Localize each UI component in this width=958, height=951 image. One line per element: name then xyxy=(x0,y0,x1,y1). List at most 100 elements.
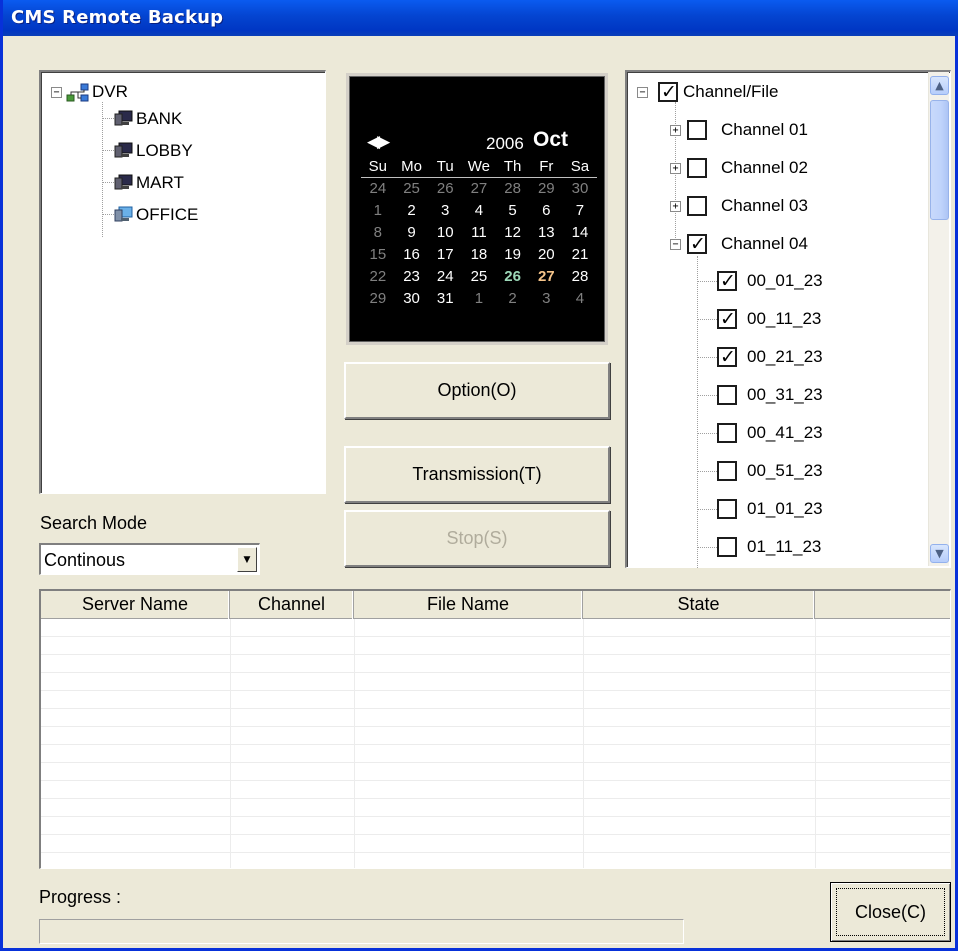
tree-item-file[interactable]: 00_51_23 xyxy=(747,461,823,481)
scroll-down-icon[interactable]: ▼ xyxy=(930,544,949,563)
channel-04-checkbox[interactable]: ✓ xyxy=(687,233,707,255)
calendar-day[interactable]: 21 xyxy=(563,244,597,266)
channel-root-checkbox[interactable]: ✓ xyxy=(658,81,678,103)
calendar-day-today[interactable]: 26 xyxy=(496,266,530,288)
tree-item-file[interactable]: 00_01_23 xyxy=(747,271,823,291)
table-row[interactable] xyxy=(41,800,950,817)
dropdown-arrow-icon[interactable]: ▼ xyxy=(237,547,257,572)
tree-item-file[interactable]: 00_11_23 xyxy=(747,309,821,329)
file-checkbox[interactable] xyxy=(717,537,737,557)
search-mode-select[interactable]: Continous ▼ xyxy=(39,543,260,575)
tree-item-mart[interactable]: MART xyxy=(136,173,184,193)
tree-item-channel-file[interactable]: Channel/File xyxy=(683,82,778,102)
scroll-up-icon[interactable]: ▲ xyxy=(930,76,949,95)
file-checkbox[interactable] xyxy=(717,499,737,519)
tree-item-channel-02[interactable]: Channel 02 xyxy=(721,158,808,178)
channel-03-expand-icon[interactable]: + xyxy=(670,201,681,212)
table-row[interactable] xyxy=(41,692,950,709)
table-row[interactable] xyxy=(41,764,950,781)
file-checkbox[interactable]: ✓ xyxy=(717,308,737,330)
calendar-day[interactable]: 30 xyxy=(395,288,429,310)
file-checkbox[interactable] xyxy=(717,385,737,405)
calendar-day[interactable]: 25 xyxy=(462,266,496,288)
calendar-day[interactable]: 1 xyxy=(361,200,395,222)
tree-item-channel-01[interactable]: Channel 01 xyxy=(721,120,808,140)
channel-02-checkbox[interactable] xyxy=(687,158,707,178)
channel-01-expand-icon[interactable]: + xyxy=(670,125,681,136)
table-row[interactable] xyxy=(41,638,950,655)
channel-02-expand-icon[interactable]: + xyxy=(670,163,681,174)
file-checkbox[interactable] xyxy=(717,423,737,443)
tree-item-file[interactable]: 00_31_23 xyxy=(747,385,823,405)
tree-item-file[interactable]: 00_21_23 xyxy=(747,347,823,367)
tree-item-channel-04[interactable]: Channel 04 xyxy=(721,234,808,254)
table-row[interactable] xyxy=(41,710,950,727)
tree-item-channel-03[interactable]: Channel 03 xyxy=(721,196,808,216)
tree-item-file[interactable]: 00_41_23 xyxy=(747,423,823,443)
channel-03-checkbox[interactable] xyxy=(687,196,707,216)
calendar-day[interactable]: 14 xyxy=(563,222,597,244)
table-row[interactable] xyxy=(41,674,950,691)
calendar-day[interactable]: 20 xyxy=(529,244,563,266)
calendar-day[interactable]: 24 xyxy=(428,266,462,288)
channel-04-collapse-icon[interactable]: − xyxy=(670,239,681,250)
calendar-day[interactable]: 8 xyxy=(361,222,395,244)
column-header-extra[interactable] xyxy=(815,591,950,619)
table-row[interactable] xyxy=(41,836,950,853)
option-button[interactable]: Option(O) xyxy=(344,362,610,419)
calendar-day[interactable]: 25 xyxy=(395,178,429,200)
table-row[interactable] xyxy=(41,656,950,673)
table-row[interactable] xyxy=(41,818,950,835)
backup-results-table[interactable]: Server Name Channel File Name State xyxy=(39,589,951,869)
close-button[interactable]: Close(C) xyxy=(830,882,951,942)
device-tree[interactable]: − DVR BANK LOBBY MART OFFICE xyxy=(39,70,326,494)
calendar-day[interactable]: 19 xyxy=(496,244,530,266)
calendar-day[interactable]: 2 xyxy=(395,200,429,222)
table-row[interactable] xyxy=(41,746,950,763)
calendar-day[interactable]: 23 xyxy=(395,266,429,288)
column-header-channel[interactable]: Channel xyxy=(230,591,354,619)
calendar-day[interactable]: 4 xyxy=(563,288,597,310)
stop-button[interactable]: Stop(S) xyxy=(344,510,610,567)
column-header-state[interactable]: State xyxy=(583,591,815,619)
calendar-day[interactable]: 11 xyxy=(462,222,496,244)
calendar-day[interactable]: 27 xyxy=(462,178,496,200)
date-calendar[interactable]: ◀▶ 2006 Oct Su Mo Tu We Th Fr Sa 24 25 2… xyxy=(346,73,608,345)
calendar-day[interactable]: 13 xyxy=(529,222,563,244)
calendar-day-selected[interactable]: 27 xyxy=(529,266,563,288)
calendar-day[interactable]: 29 xyxy=(529,178,563,200)
calendar-day[interactable]: 28 xyxy=(496,178,530,200)
tree-item-file[interactable]: 01_01_23 xyxy=(747,499,823,519)
dvr-collapse-icon[interactable]: − xyxy=(51,87,62,98)
calendar-day[interactable]: 10 xyxy=(428,222,462,244)
calendar-day[interactable]: 3 xyxy=(529,288,563,310)
calendar-day[interactable]: 30 xyxy=(563,178,597,200)
calendar-day[interactable]: 22 xyxy=(361,266,395,288)
calendar-day[interactable]: 2 xyxy=(496,288,530,310)
calendar-day[interactable]: 4 xyxy=(462,200,496,222)
calendar-day[interactable]: 3 xyxy=(428,200,462,222)
tree-item-bank[interactable]: BANK xyxy=(136,109,182,129)
calendar-day[interactable]: 31 xyxy=(428,288,462,310)
column-header-file-name[interactable]: File Name xyxy=(354,591,583,619)
channel-file-tree[interactable]: − ✓ Channel/File + Channel 01 + Channel … xyxy=(625,70,951,568)
calendar-day[interactable]: 6 xyxy=(529,200,563,222)
calendar-day[interactable]: 17 xyxy=(428,244,462,266)
table-row[interactable] xyxy=(41,620,950,637)
calendar-day[interactable]: 26 xyxy=(428,178,462,200)
channel-root-collapse-icon[interactable]: − xyxy=(637,87,648,98)
calendar-day[interactable]: 12 xyxy=(496,222,530,244)
calendar-day[interactable]: 29 xyxy=(361,288,395,310)
calendar-day[interactable]: 24 xyxy=(361,178,395,200)
title-bar[interactable]: CMS Remote Backup xyxy=(3,0,958,36)
transmission-button[interactable]: Transmission(T) xyxy=(344,446,610,503)
file-checkbox[interactable] xyxy=(717,461,737,481)
calendar-day[interactable]: 1 xyxy=(462,288,496,310)
calendar-day[interactable]: 15 xyxy=(361,244,395,266)
calendar-day[interactable]: 5 xyxy=(496,200,530,222)
calendar-day[interactable]: 18 xyxy=(462,244,496,266)
file-checkbox[interactable]: ✓ xyxy=(717,346,737,368)
calendar-day[interactable]: 28 xyxy=(563,266,597,288)
tree-item-lobby[interactable]: LOBBY xyxy=(136,141,193,161)
calendar-day[interactable]: 16 xyxy=(395,244,429,266)
